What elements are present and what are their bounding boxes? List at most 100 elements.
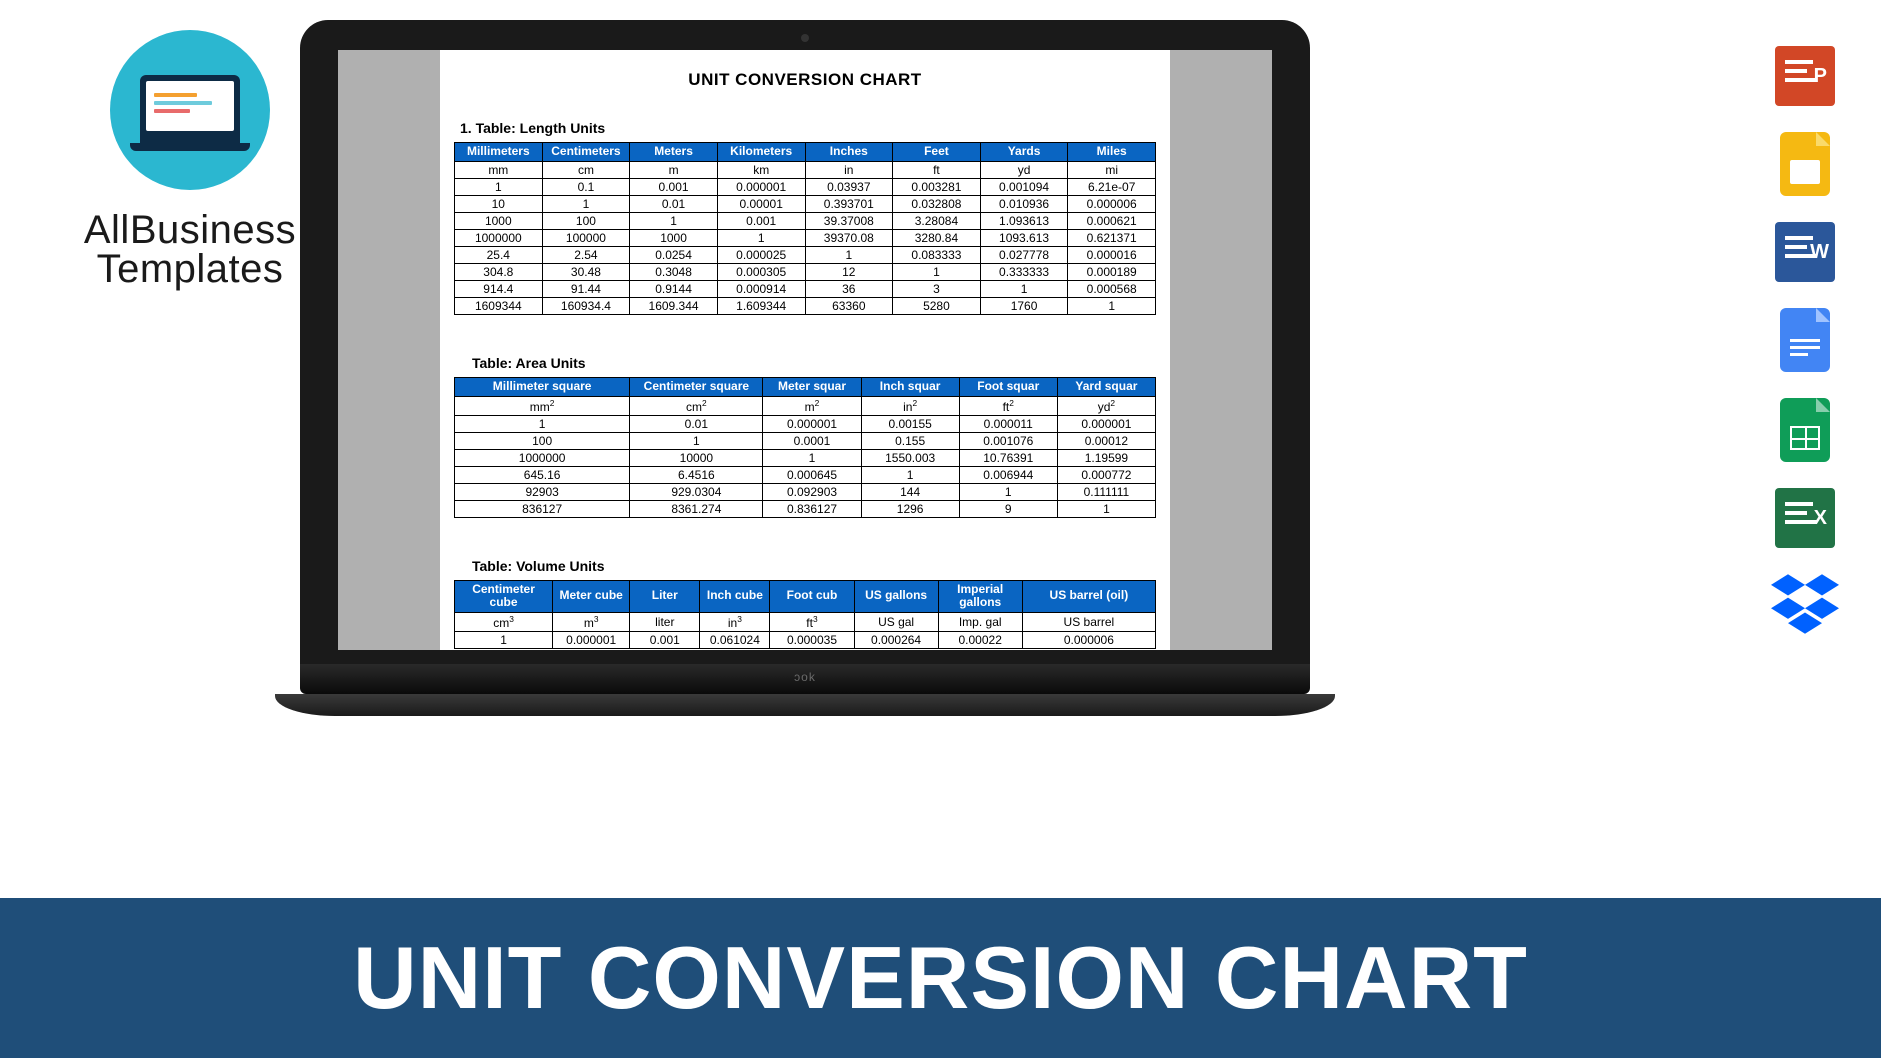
table-cell: 0.9144 [630, 280, 718, 297]
table-cell: 0.003281 [893, 178, 981, 195]
table-row: 10.0000010.0010.0610240.0000350.0002640.… [455, 632, 1156, 649]
table-cell: 1 [893, 263, 981, 280]
banner-title: UNIT CONVERSION CHART [353, 927, 1528, 1029]
table-cell: 0.001076 [959, 432, 1057, 449]
table-cell: 1 [861, 466, 959, 483]
table-header: US barrel (oil) [1022, 580, 1155, 613]
table-row: 100010010.00139.370083.280841.0936130.00… [455, 212, 1156, 229]
table-cell: 10000 [630, 449, 763, 466]
table-cell: 3 [893, 280, 981, 297]
document-page: UNIT CONVERSION CHART 1. Table: Length U… [440, 50, 1170, 650]
table-cell: 0.083333 [893, 246, 981, 263]
table-cell: 0.000016 [1068, 246, 1156, 263]
table-cell: 1 [717, 229, 805, 246]
table-volume-units: Centimeter cubeMeter cubeLiterInch cubeF… [454, 580, 1156, 650]
section-volume-label: Table: Volume Units [472, 558, 1156, 574]
word-icon[interactable]: W [1775, 222, 1835, 282]
laptop-mockup: UNIT CONVERSION CHART 1. Table: Length U… [300, 20, 1310, 716]
section-area-label: Table: Area Units [472, 355, 1156, 371]
table-row: 1609344160934.41609.3441.609344633605280… [455, 297, 1156, 314]
dropbox-icon[interactable] [1771, 574, 1839, 634]
google-sheets-icon[interactable] [1780, 398, 1830, 462]
table-unit-cell: mi [1068, 161, 1156, 178]
table-unit-cell: in [805, 161, 893, 178]
table-row: 92903929.03040.09290314410.111111 [455, 483, 1156, 500]
table-cell: 1.609344 [717, 297, 805, 314]
table-cell: 0.006944 [959, 466, 1057, 483]
table-cell: 0.000568 [1068, 280, 1156, 297]
table-cell: 12 [805, 263, 893, 280]
table-cell: 100000 [542, 229, 630, 246]
table-cell: 3.28084 [893, 212, 981, 229]
table-cell: 0.000621 [1068, 212, 1156, 229]
table-unit-cell: ft2 [959, 396, 1057, 415]
table-cell: 9 [959, 500, 1057, 517]
table-area-units: Millimeter squareCentimeter squareMeter … [454, 377, 1156, 518]
table-cell: 8361.274 [630, 500, 763, 517]
table-cell: 0.111111 [1057, 483, 1155, 500]
page-banner: UNIT CONVERSION CHART [0, 898, 1881, 1058]
table-cell: 0.000914 [717, 280, 805, 297]
camera-icon [801, 34, 809, 42]
table-header: Miles [1068, 143, 1156, 162]
google-docs-icon[interactable] [1780, 308, 1830, 372]
table-cell: 0.092903 [763, 483, 861, 500]
table-cell: 1 [805, 246, 893, 263]
table-row: 10.10.0010.0000010.039370.0032810.001094… [455, 178, 1156, 195]
table-cell: 0.001 [630, 178, 718, 195]
table-cell: 6.4516 [630, 466, 763, 483]
table-cell: 92903 [455, 483, 630, 500]
table-header: Kilometers [717, 143, 805, 162]
table-cell: 1 [630, 432, 763, 449]
excel-icon[interactable]: X [1775, 488, 1835, 548]
table-cell: 0.01 [630, 415, 763, 432]
table-header: Centimeters [542, 143, 630, 162]
brand-block: AllBusiness Templates [50, 30, 330, 292]
table-cell: 836127 [455, 500, 630, 517]
table-cell: 1550.003 [861, 449, 959, 466]
table-header: Foot cub [770, 580, 854, 613]
table-cell: 1 [455, 415, 630, 432]
laptop-screen: UNIT CONVERSION CHART 1. Table: Length U… [338, 50, 1272, 650]
table-cell: 10.76391 [959, 449, 1057, 466]
table-cell: 1760 [980, 297, 1068, 314]
table-cell: 0.000001 [1057, 415, 1155, 432]
table-header: Meter cube [553, 580, 630, 613]
table-cell: 1 [455, 632, 553, 649]
table-cell: 0.155 [861, 432, 959, 449]
table-unit-cell: ft [893, 161, 981, 178]
table-cell: 0.333333 [980, 263, 1068, 280]
table-cell: 1 [959, 483, 1057, 500]
table-row: 25.42.540.02540.00002510.0833330.0277780… [455, 246, 1156, 263]
table-cell: 304.8 [455, 263, 543, 280]
table-row: 645.166.45160.00064510.0069440.000772 [455, 466, 1156, 483]
table-header: Millimeter square [455, 377, 630, 396]
table-header: Feet [893, 143, 981, 162]
table-cell: 0.032808 [893, 195, 981, 212]
powerpoint-icon[interactable]: P [1775, 46, 1835, 106]
table-header: Inch squar [861, 377, 959, 396]
table-cell: 1.19599 [1057, 449, 1155, 466]
table-cell: 0.001 [630, 632, 700, 649]
table-cell: 2.54 [542, 246, 630, 263]
table-cell: 0.000305 [717, 263, 805, 280]
table-header: Inches [805, 143, 893, 162]
table-cell: 929.0304 [630, 483, 763, 500]
table-cell: 1093.613 [980, 229, 1068, 246]
table-cell: 0.027778 [980, 246, 1068, 263]
table-cell: 0.000001 [717, 178, 805, 195]
laptop-base [275, 694, 1335, 716]
table-cell: 0.000011 [959, 415, 1057, 432]
table-cell: 0.3048 [630, 263, 718, 280]
table-cell: 1 [980, 280, 1068, 297]
table-cell: 0.061024 [700, 632, 770, 649]
table-unit-cell: mm [455, 161, 543, 178]
table-cell: 0.01 [630, 195, 718, 212]
table-cell: 25.4 [455, 246, 543, 263]
google-slides-icon[interactable] [1780, 132, 1830, 196]
table-length-units: MillimetersCentimetersMetersKilometersIn… [454, 142, 1156, 315]
table-row: 10.010.0000010.001550.0000110.000001 [455, 415, 1156, 432]
table-row: 10000001000011550.00310.763911.19599 [455, 449, 1156, 466]
brand-logo-icon [110, 30, 270, 190]
table-cell: 1.093613 [980, 212, 1068, 229]
